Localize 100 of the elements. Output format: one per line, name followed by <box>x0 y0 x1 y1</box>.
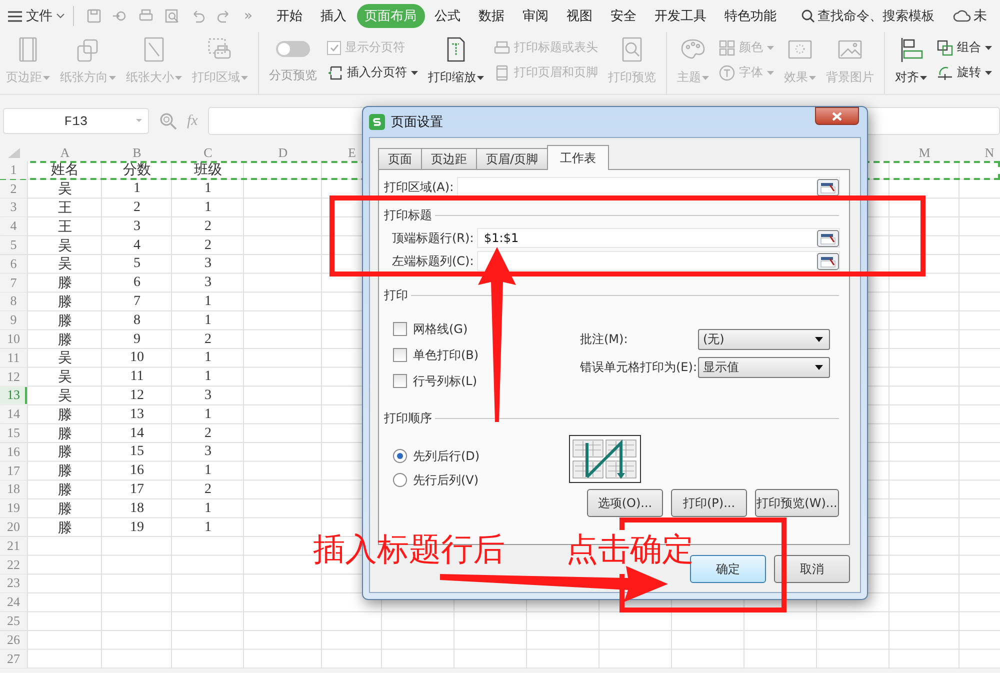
row-number[interactable]: 2 <box>0 180 27 198</box>
chevron-icon <box>56 13 65 19</box>
ribbon-tab[interactable]: 数据 <box>470 4 513 28</box>
more-button[interactable]: » <box>244 8 253 24</box>
ribbon-tab[interactable]: 审阅 <box>514 4 557 28</box>
row-number[interactable]: 20 <box>0 518 27 536</box>
table-cell-text: 分数 <box>122 162 152 180</box>
table-cell-text: 1 <box>204 312 212 330</box>
table-cell-text: 滕 <box>57 332 73 349</box>
zoom-icon[interactable] <box>159 112 177 130</box>
ribbon-button[interactable]: 旋转 <box>937 64 992 81</box>
cloud-icon <box>952 9 971 23</box>
row-number[interactable]: 8 <box>0 292 27 310</box>
ribbon-tab[interactable]: 插入 <box>312 4 355 28</box>
ribbon-button[interactable]: 打印缩放 <box>428 36 484 86</box>
sync-button[interactable]: 未 <box>952 7 987 25</box>
toggle-switch[interactable] <box>276 41 310 57</box>
column-header[interactable]: N <box>960 145 1000 160</box>
table-cell-text: 吴 <box>57 388 73 406</box>
save-icon[interactable] <box>86 8 102 24</box>
field-label: 顶端标题行(R): <box>392 230 475 246</box>
ribbon-tab[interactable]: 开始 <box>268 4 311 28</box>
row-number[interactable]: 3 <box>0 198 27 216</box>
row-number[interactable]: 13 <box>0 386 27 404</box>
row-number[interactable]: 19 <box>0 499 27 518</box>
caret-icon <box>815 337 823 342</box>
row-number[interactable]: 17 <box>0 462 27 480</box>
row-number[interactable]: 1 <box>0 161 27 179</box>
radio-button[interactable] <box>393 449 407 463</box>
row-number[interactable]: 10 <box>0 330 27 348</box>
column-header[interactable]: A <box>28 145 102 160</box>
dialog-tab[interactable]: 页边距 <box>421 148 477 169</box>
dialog-button[interactable]: 打印预览(W)... <box>755 489 839 517</box>
section-heading: 打印 <box>384 287 408 304</box>
row-number[interactable]: 24 <box>0 593 27 612</box>
row-number[interactable]: 5 <box>0 236 27 254</box>
ribbon-button[interactable]: 插入分页符 <box>327 64 418 81</box>
file-menu[interactable]: 文件 <box>8 6 74 26</box>
table-cell-text: 1 <box>132 180 142 198</box>
toggle-label: 分页预览 <box>269 67 317 84</box>
row-number[interactable]: 23 <box>0 574 27 592</box>
cancel-button[interactable]: 取消 <box>774 555 850 583</box>
row-number[interactable]: 9 <box>0 311 27 330</box>
ribbon-tab[interactable]: 公式 <box>426 4 469 28</box>
field-label: 打印区域(A): <box>384 178 455 196</box>
row-number[interactable]: 22 <box>0 556 27 574</box>
page-icon <box>494 64 510 80</box>
dialog-tab[interactable]: 工作表 <box>547 145 610 170</box>
range-select-icon[interactable] <box>817 252 839 270</box>
row-number[interactable]: 27 <box>0 650 27 668</box>
dialog-button[interactable]: 打印(P)... <box>671 489 747 517</box>
column-header[interactable]: B <box>102 145 172 160</box>
row-number[interactable]: 26 <box>0 630 27 649</box>
table-cell-text: 2 <box>204 236 212 255</box>
table-cell-text: 9 <box>132 330 142 349</box>
ribbon-button[interactable]: 组合 <box>937 39 992 56</box>
row-number[interactable]: 7 <box>0 274 27 292</box>
close-button[interactable] <box>815 107 859 125</box>
checkbox[interactable] <box>393 374 407 388</box>
ribbon-tab[interactable]: 页面布局 <box>356 4 425 28</box>
dialog-tab[interactable]: 页眉/页脚 <box>476 148 548 169</box>
column-header[interactable]: D <box>244 145 322 160</box>
row-number[interactable]: 21 <box>0 536 27 555</box>
column-header[interactable]: C <box>172 145 244 160</box>
row-number[interactable]: 11 <box>0 348 27 367</box>
function-label[interactable]: fx <box>187 112 198 130</box>
table-cell-text: 14 <box>129 424 145 443</box>
field-label: 左端标题列(C): <box>392 252 475 270</box>
ribbon-tab[interactable]: 开发工具 <box>646 4 715 28</box>
range-select-icon[interactable] <box>817 178 839 196</box>
row-number[interactable]: 25 <box>0 612 27 630</box>
ribbon-tab[interactable]: 特色功能 <box>716 4 785 28</box>
ribbon-tab[interactable]: 安全 <box>602 4 645 28</box>
row-number[interactable]: 14 <box>0 405 27 424</box>
ribbon-tab[interactable]: 视图 <box>558 4 601 28</box>
range-select-icon[interactable] <box>817 230 839 246</box>
row-number[interactable]: 12 <box>0 368 27 386</box>
title-columns-field[interactable] <box>477 251 840 271</box>
title-rows-field[interactable]: $1:$1 <box>477 228 840 248</box>
table-cell-text: 吴 <box>57 369 73 387</box>
checkbox[interactable] <box>393 348 407 362</box>
column-header[interactable]: M <box>890 145 960 160</box>
printer-icon <box>494 40 510 56</box>
dialog-button[interactable]: 选项(O)... <box>587 489 663 517</box>
name-box[interactable]: F13 <box>3 108 149 134</box>
checkbox[interactable] <box>393 322 407 336</box>
print-area-field[interactable] <box>457 177 840 197</box>
row-number[interactable]: 15 <box>0 424 27 442</box>
ribbon-button[interactable]: 对齐 <box>895 36 927 86</box>
dropdown[interactable]: 显示值 <box>698 357 830 378</box>
row-number[interactable]: 4 <box>0 217 27 236</box>
preview-icon[interactable] <box>164 8 180 24</box>
command-search[interactable]: 查找命令、搜索模板 <box>800 7 935 25</box>
table-cell-text: 吴 <box>57 238 73 255</box>
row-number[interactable]: 6 <box>0 254 27 273</box>
row-number[interactable]: 18 <box>0 480 27 498</box>
dialog-tab[interactable]: 页面 <box>378 148 422 169</box>
row-number[interactable]: 16 <box>0 442 27 461</box>
dropdown[interactable]: (无) <box>698 329 830 350</box>
radio-button[interactable] <box>393 473 407 487</box>
